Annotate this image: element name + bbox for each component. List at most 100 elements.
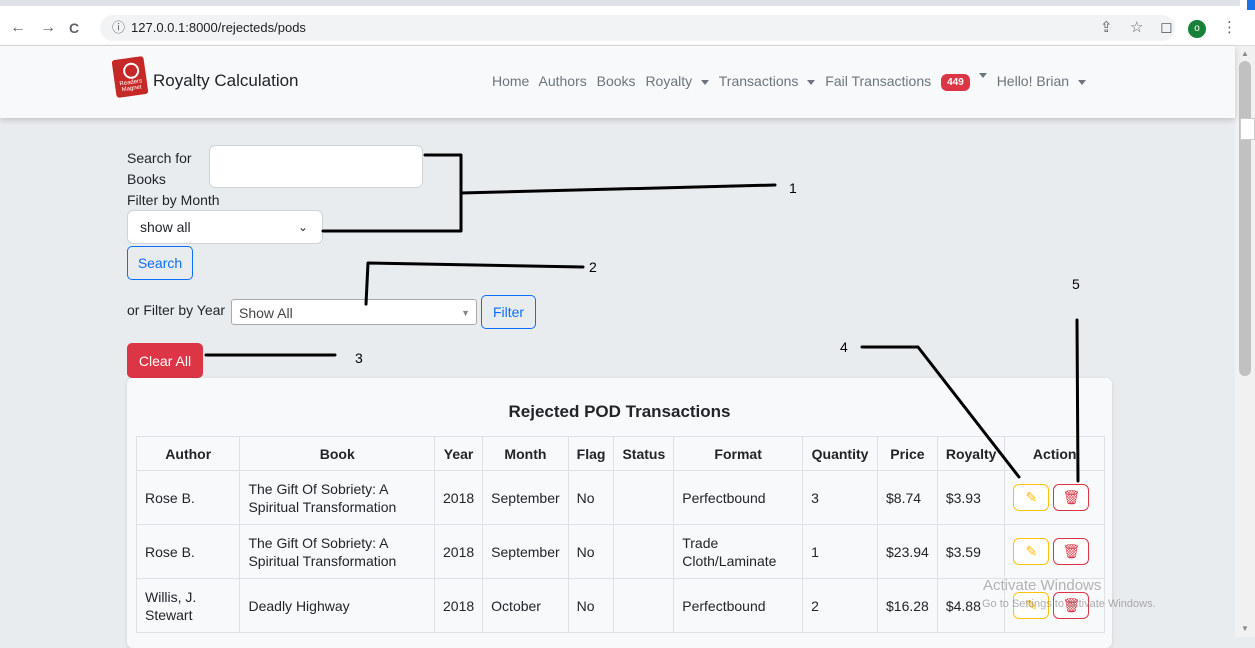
cell-price: $8.74	[877, 470, 938, 525]
scroll-down-icon[interactable]: ▼	[1241, 624, 1249, 633]
chevron-down-icon: ⌄	[297, 220, 308, 234]
side-panel-icon[interactable]: ◻	[1160, 18, 1172, 38]
dropdown-arrow-icon: ▼	[461, 308, 470, 318]
col-quantity: Quantity	[802, 436, 878, 471]
filter-button[interactable]: Filter	[481, 295, 536, 329]
col-format: Format	[673, 436, 804, 471]
col-action: Action	[1004, 436, 1105, 471]
nav-user-label: Hello! Brian	[996, 73, 1070, 89]
bookmark-star-icon[interactable]: ☆	[1130, 18, 1143, 38]
trash-icon: 🗑	[1062, 489, 1081, 505]
edit-button[interactable]: ✎	[1013, 484, 1050, 511]
cell-flag: No	[567, 470, 615, 525]
cell-action: ✎ 🗑	[1004, 524, 1105, 579]
nav-fail-transactions-dropdown[interactable]: Fail Transactions 449	[825, 73, 987, 91]
month-filter-label: Filter by Month	[127, 192, 220, 208]
cell-author: Rose B.	[135, 524, 241, 579]
browser-tabstrip	[0, 0, 1255, 10]
nav-transactions-label: Transactions	[718, 73, 799, 89]
nav-links: Home Authors Books Royalty Transactions …	[492, 73, 1092, 91]
cell-year: 2018	[434, 578, 484, 633]
table-row: Rose B. The Gift Of Sobriety: A Spiritua…	[135, 524, 1105, 579]
cell-book: The Gift Of Sobriety: A Spiritual Transf…	[239, 524, 436, 579]
browser-toolbar: ← → C ⓘ 127.0.0.1:8000/rejecteds/pods ⇪ ☆…	[0, 10, 1255, 46]
brand-logo[interactable]: Readers Magnet	[111, 55, 149, 99]
cell-author: Willis, J. Stewart	[135, 578, 241, 633]
activate-windows-watermark: Activate Windows	[983, 577, 1102, 594]
url-text: 127.0.0.1:8000/rejecteds/pods	[131, 20, 306, 35]
menu-kebab-icon[interactable]: ⋮	[1222, 18, 1237, 38]
rejected-transactions-card: Rejected POD Transactions Author Book Ye…	[127, 378, 1112, 648]
cell-format: Perfectbound	[673, 470, 804, 525]
col-book: Book	[239, 436, 436, 471]
clear-all-button[interactable]: Clear All	[127, 343, 203, 378]
nav-home[interactable]: Home	[492, 73, 529, 89]
brand-name[interactable]: Royalty Calculation	[153, 71, 299, 91]
cell-action: ✎ 🗑	[1004, 470, 1105, 525]
search-label-line1: Search for	[127, 150, 192, 166]
cell-quantity: 1	[802, 524, 878, 579]
col-year: Year	[434, 436, 484, 471]
cell-month: September	[482, 524, 569, 579]
nav-user-dropdown[interactable]: Hello! Brian	[996, 73, 1087, 89]
cell-month: October	[482, 578, 569, 633]
address-bar[interactable]: ⓘ 127.0.0.1:8000/rejecteds/pods	[100, 15, 1175, 41]
cell-book: Deadly Highway	[239, 578, 436, 633]
cell-status	[613, 524, 675, 579]
col-author: Author	[135, 436, 241, 471]
col-flag: Flag	[567, 436, 615, 471]
caret-down-icon	[1078, 79, 1087, 85]
share-icon[interactable]: ⇪	[1100, 18, 1113, 38]
cell-quantity: 3	[802, 470, 878, 525]
search-button[interactable]: Search	[127, 246, 193, 280]
annotation-number-4: 4	[840, 339, 848, 355]
profile-avatar[interactable]: o	[1188, 20, 1206, 38]
activate-windows-subtitle: Go to Settings to activate Windows.	[982, 598, 1156, 610]
rejected-transactions-table: Author Book Year Month Flag Status Forma…	[135, 436, 1105, 633]
year-select-value: Show All	[239, 305, 293, 321]
reload-icon[interactable]: C	[69, 18, 79, 38]
nav-transactions-dropdown[interactable]: Transactions	[719, 73, 816, 89]
app-navbar: Readers Magnet Royalty Calculation Home …	[0, 46, 1235, 118]
col-status: Status	[613, 436, 675, 471]
forward-icon[interactable]: →	[40, 18, 56, 38]
cell-royalty: $3.93	[936, 470, 1006, 525]
caret-down-icon	[807, 79, 816, 85]
cell-author: Rose B.	[135, 470, 241, 525]
cell-price: $23.94	[877, 524, 938, 579]
delete-button[interactable]: 🗑	[1053, 484, 1090, 511]
search-label-line2: Books	[127, 171, 166, 187]
nav-royalty-dropdown[interactable]: Royalty	[645, 73, 710, 89]
table-row: Willis, J. Stewart Deadly Highway 2018 O…	[135, 578, 1105, 633]
caret-down-icon	[978, 73, 987, 78]
nav-authors[interactable]: Authors	[538, 73, 586, 89]
pencil-icon: ✎	[1025, 489, 1038, 505]
cell-price: $16.28	[877, 578, 938, 633]
col-price: Price	[877, 436, 938, 471]
year-filter-select[interactable]: Show All ▼	[231, 299, 477, 325]
search-books-input[interactable]	[209, 145, 423, 188]
scrollbar-thumb[interactable]	[1239, 61, 1251, 376]
annotation-number-3: 3	[355, 350, 363, 366]
site-info-icon[interactable]: ⓘ	[112, 20, 125, 35]
col-royalty: Royalty	[936, 436, 1006, 471]
annotation-line-1b	[459, 183, 777, 195]
nav-fail-transactions-label: Fail Transactions	[825, 73, 932, 89]
month-filter-select[interactable]: show all ⌄	[127, 210, 323, 244]
pencil-icon: ✎	[1025, 543, 1038, 559]
nav-books[interactable]: Books	[597, 73, 636, 89]
trash-icon: 🗑	[1062, 543, 1081, 559]
month-select-value: show all	[140, 219, 191, 235]
cell-format: Trade Cloth/Laminate	[673, 524, 804, 579]
back-icon[interactable]: ←	[10, 18, 26, 38]
cell-status	[613, 578, 675, 633]
cell-quantity: 2	[802, 578, 878, 633]
scroll-up-icon[interactable]: ▲	[1241, 49, 1249, 58]
delete-button[interactable]: 🗑	[1053, 538, 1090, 565]
year-filter-label: or Filter by Year	[127, 302, 226, 318]
edit-button[interactable]: ✎	[1013, 538, 1050, 565]
annotation-number-5: 5	[1072, 276, 1080, 292]
annotation-line-2	[364, 261, 585, 306]
card-title: Rejected POD Transactions	[508, 402, 731, 421]
annotation-number-1: 1	[789, 180, 797, 196]
